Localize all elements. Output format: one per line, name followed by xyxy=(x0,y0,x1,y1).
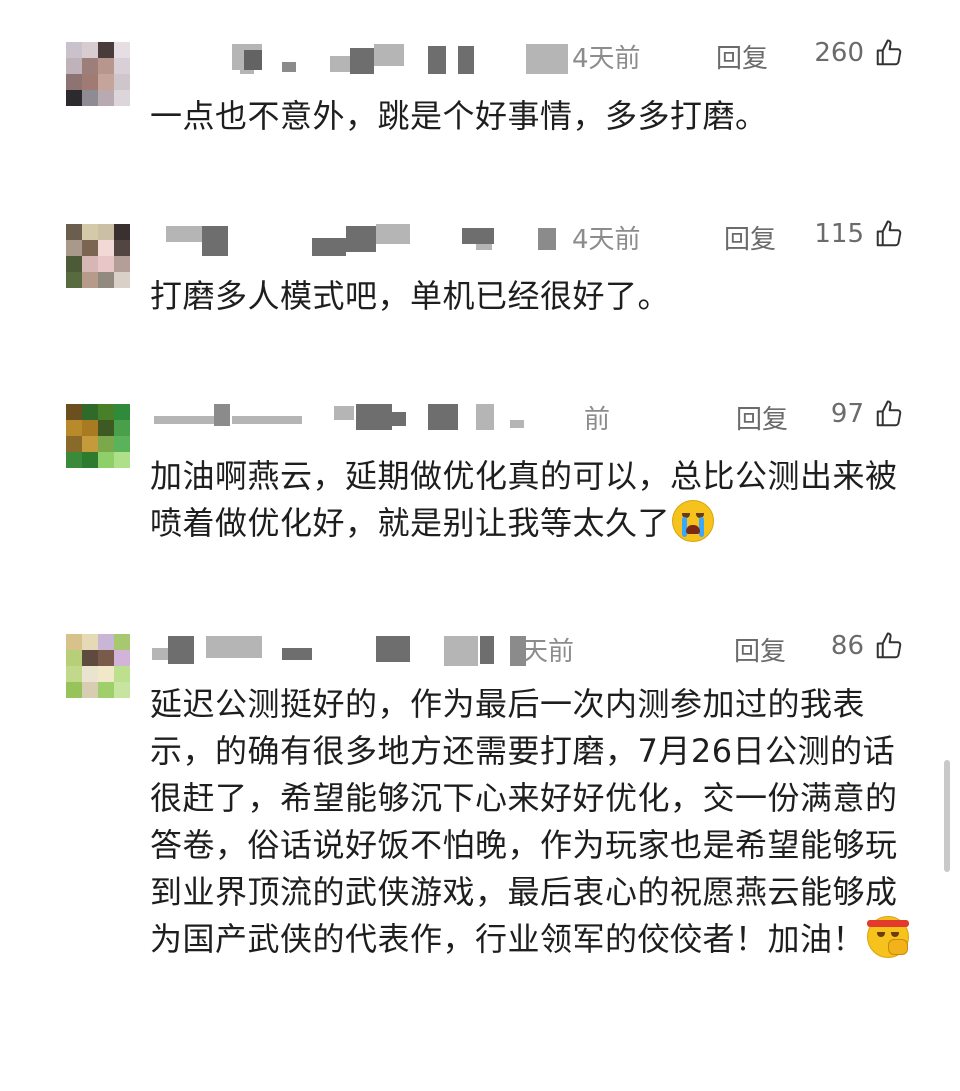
avatar[interactable] xyxy=(66,42,130,106)
comment-time: 前 xyxy=(584,405,611,435)
reply-button[interactable]: 回复 xyxy=(734,631,786,668)
like-count: 97 xyxy=(830,399,864,429)
reply-button[interactable]: 回复 xyxy=(716,38,768,75)
comment-time: 4天前 xyxy=(572,44,641,74)
like-count: 115 xyxy=(814,219,864,249)
comment-text: 加油啊燕云，延期做优化真的可以，总比公测出来被喷着做优化好，就是别让我等太久了 xyxy=(150,453,920,547)
comment-text-body: 加油啊燕云，延期做优化真的可以，总比公测出来被喷着做优化好，就是别让我等太久了 xyxy=(150,457,898,542)
comment-text: 打磨多人模式吧，单机已经很好了。 xyxy=(150,277,671,315)
comment-text: 延迟公测挺好的，作为最后一次内测参加过的我表示，的确有很多地方还需要打磨，7月2… xyxy=(150,681,920,963)
like-count: 86 xyxy=(830,631,864,661)
comment-text-body: 延迟公测挺好的，作为最后一次内测参加过的我表示，的确有很多地方还需要打磨，7月2… xyxy=(150,685,898,958)
comment-time: 天前 xyxy=(522,637,575,667)
avatar[interactable] xyxy=(66,224,130,288)
comment-text: 一点也不意外，跳是个好事情，多多打磨。 xyxy=(150,97,768,135)
reply-button[interactable]: 回复 xyxy=(724,219,776,256)
thumbs-up-icon[interactable] xyxy=(874,38,904,68)
reply-button[interactable]: 回复 xyxy=(736,399,788,436)
scrollbar[interactable] xyxy=(944,760,950,872)
like-count: 260 xyxy=(814,38,864,68)
thumbs-up-icon[interactable] xyxy=(874,631,904,661)
determined-face-headband-emoji xyxy=(867,916,910,958)
thumbs-up-icon[interactable] xyxy=(874,399,904,429)
loudly-crying-face-emoji xyxy=(672,500,715,542)
avatar[interactable] xyxy=(66,634,130,698)
avatar[interactable] xyxy=(66,404,130,468)
comment-time: 4天前 xyxy=(572,225,641,255)
thumbs-up-icon[interactable] xyxy=(874,219,904,249)
